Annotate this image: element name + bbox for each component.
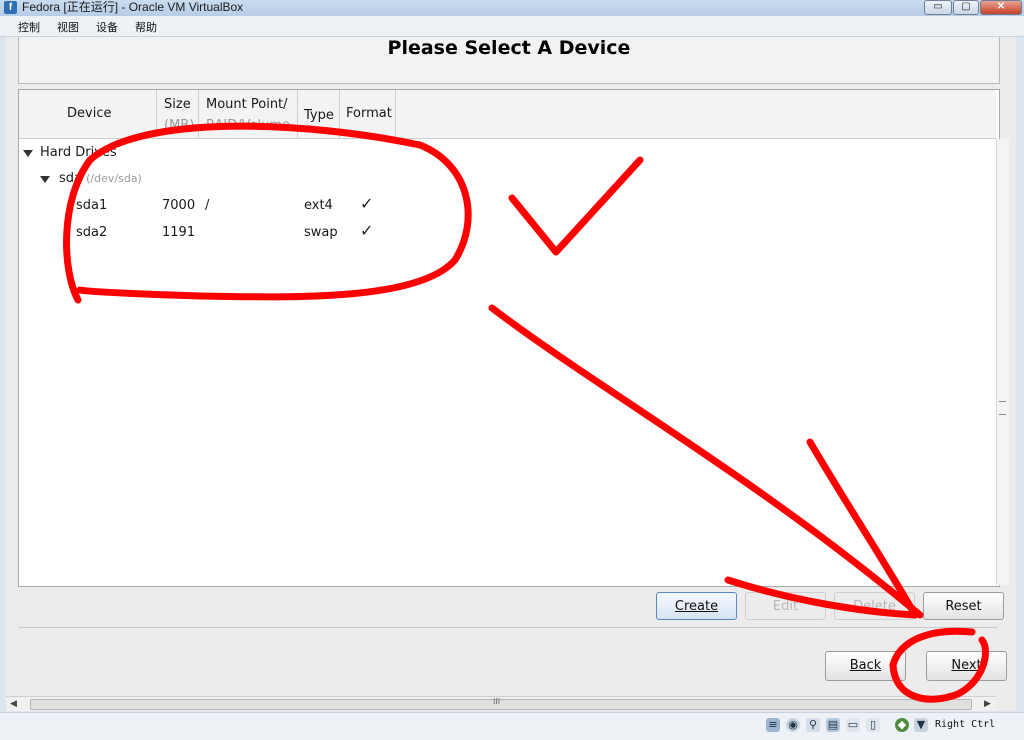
hard-disk-icon[interactable]: ≡ <box>766 718 780 732</box>
format-check-icon: ✓ <box>360 221 374 240</box>
scroll-left-arrow-icon[interactable]: ◀ <box>10 697 17 711</box>
maximize-button[interactable]: ▢ <box>953 0 979 15</box>
disk-label: sda (/dev/sda) <box>59 171 142 186</box>
column-label-format: Format <box>346 106 392 121</box>
partition-size: 1191 <box>162 225 196 240</box>
virtualization-icon[interactable]: ◆ <box>895 718 909 732</box>
delete-button[interactable]: Delete <box>834 592 915 620</box>
next-button-label: Next <box>951 658 982 673</box>
menu-devices[interactable]: 设备 <box>96 19 118 35</box>
hard-drives-label: Hard Drives <box>40 145 117 160</box>
menu-bar: 控制 视图 设备 帮助 <box>0 16 1024 37</box>
device-tree: Device Size (MB) Mount Point/ RAID/Volum… <box>18 89 1009 587</box>
reset-button[interactable]: Reset <box>923 592 1004 620</box>
display-icon[interactable]: ▯ <box>866 718 880 732</box>
horizontal-scroll-thumb[interactable]: III <box>30 697 972 710</box>
column-header-filler <box>396 90 996 139</box>
network-icon[interactable]: ▤ <box>826 718 840 732</box>
column-header-size[interactable]: Size (MB) <box>157 90 199 139</box>
column-header-type[interactable]: Type <box>298 90 340 139</box>
minimize-icon: ▭ <box>933 1 943 12</box>
minimize-button[interactable]: ▭ <box>924 0 952 15</box>
host-key-label: Right Ctrl <box>935 719 996 730</box>
partition-name: sda1 <box>76 198 108 213</box>
close-icon: ✕ <box>996 1 1006 12</box>
menu-control[interactable]: 控制 <box>18 19 40 35</box>
delete-button-label: Delete <box>853 599 896 614</box>
scrollbar-grip-icon[interactable] <box>999 401 1006 415</box>
format-check-icon: ✓ <box>360 194 374 213</box>
virtualbox-window: f Fedora [正在运行] - Oracle VM VirtualBox ▭… <box>0 0 1024 740</box>
expand-triangle-icon[interactable] <box>40 176 50 183</box>
edit-button[interactable]: Edit <box>745 592 826 620</box>
edit-button-label: Edit <box>772 599 799 614</box>
maximize-icon: ▢ <box>961 1 971 12</box>
menu-help[interactable]: 帮助 <box>135 19 157 35</box>
column-label-size: Size <box>164 97 191 112</box>
next-button[interactable]: Next <box>926 651 1007 681</box>
scroll-right-arrow-icon[interactable]: ▶ <box>984 697 991 711</box>
guest-screen: Please Select A Device Device Size (MB) … <box>6 37 1016 711</box>
close-button[interactable]: ✕ <box>980 0 1022 15</box>
button-separator <box>18 627 998 628</box>
optical-drive-icon[interactable]: ◉ <box>786 718 800 732</box>
create-button-label: Create <box>674 599 719 614</box>
scroll-grip-label: III <box>493 697 501 706</box>
title-bar[interactable]: f Fedora [正在运行] - Oracle VM VirtualBox ▭… <box>0 0 1024 16</box>
mouse-capture-icon[interactable]: ▼ <box>914 718 928 732</box>
disk-path: (/dev/sda) <box>86 172 142 185</box>
column-label-type: Type <box>304 108 334 123</box>
partition-mount: / <box>205 198 210 213</box>
column-label-mount: Mount Point/ <box>206 97 288 112</box>
partition-name: sda2 <box>76 225 108 240</box>
back-button[interactable]: Back <box>825 651 906 681</box>
reset-button-label: Reset <box>945 599 982 614</box>
column-header-format[interactable]: Format <box>340 90 396 139</box>
column-label-device: Device <box>67 106 112 121</box>
partition-type: swap <box>304 225 338 240</box>
shared-folders-icon[interactable]: ▭ <box>846 718 860 732</box>
create-button[interactable]: Create <box>656 592 737 620</box>
column-header-device[interactable]: Device <box>19 90 157 139</box>
disk-name: sda <box>59 171 82 186</box>
partition-size: 7000 <box>162 198 196 213</box>
partition-type: ext4 <box>304 198 333 213</box>
menu-view[interactable]: 视图 <box>57 19 79 35</box>
column-label-size-unit: (MB) <box>164 118 195 133</box>
virtualbox-app-icon: f <box>4 1 17 14</box>
column-header-mount[interactable]: Mount Point/ RAID/Volume <box>199 90 298 139</box>
usb-icon[interactable]: ⚲ <box>806 718 820 732</box>
installer-header: Please Select A Device <box>18 37 1000 84</box>
page-title: Please Select A Device <box>387 37 631 59</box>
window-title: Fedora [正在运行] - Oracle VM VirtualBox <box>22 0 244 14</box>
column-label-mount-sub: RAID/Volume <box>206 118 290 133</box>
status-bar: ≡ ◉ ⚲ ▤ ▭ ▯ ◆ ▼ Right Ctrl <box>0 712 1024 740</box>
expand-triangle-icon[interactable] <box>23 150 33 157</box>
back-button-label: Back <box>849 658 882 673</box>
guest-horizontal-scrollbar[interactable]: ◀ III ▶ <box>6 696 996 711</box>
tree-vertical-scrollbar[interactable] <box>996 139 1009 585</box>
